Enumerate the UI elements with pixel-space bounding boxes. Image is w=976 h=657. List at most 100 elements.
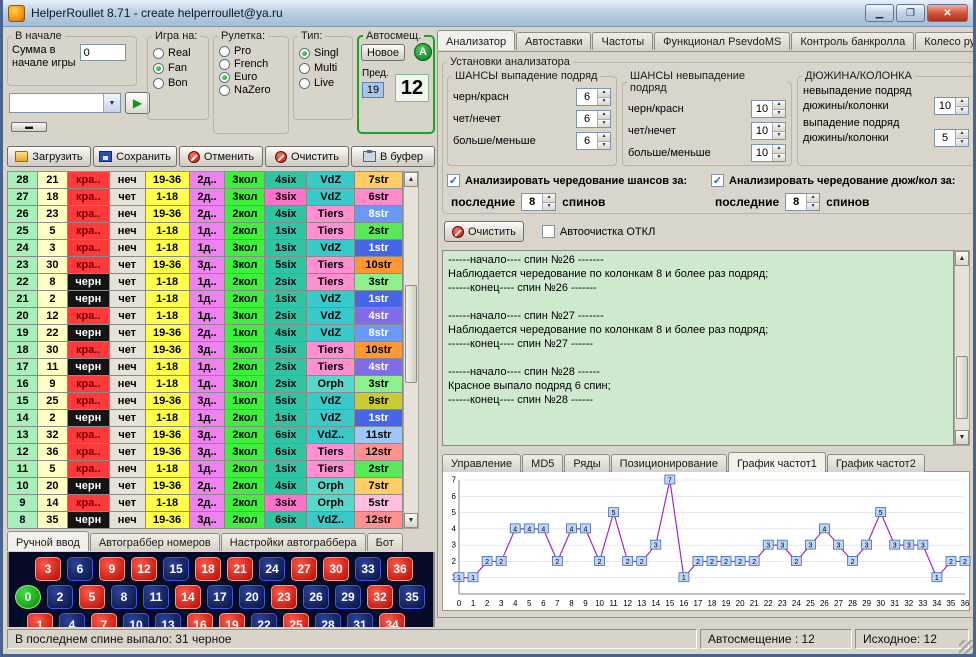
history-row[interactable]: 243кра..неч1-181д..3кол1sixVdZ1str (8, 240, 403, 257)
history-row[interactable]: 115кра..неч1-181д..2кол1sixTiers2str (8, 461, 403, 478)
history-row[interactable]: 914кра..чет1-182д..2кол3sixOrph5str (8, 495, 403, 512)
radio-option-Euro[interactable]: Euro (219, 71, 283, 83)
history-row[interactable]: 2012кра..чет1-181д..3кол2sixVdZ4str (8, 308, 403, 325)
tab-MD5[interactable]: MD5 (522, 454, 563, 472)
analysis-log-text[interactable]: ------начало---- спин №26 ------- Наблюд… (442, 250, 954, 446)
tab-Контроль банкролла[interactable]: Контроль банкролла (791, 32, 914, 50)
number-button-14[interactable]: 14 (175, 585, 201, 609)
maximize-button[interactable]: ❐ (896, 4, 925, 22)
chevron-down-icon[interactable]: ▼ (103, 94, 120, 112)
open-folder-button[interactable]: Загрузить (7, 146, 91, 167)
number-button-35[interactable]: 35 (399, 585, 425, 609)
save-button[interactable]: Сохранить (93, 146, 177, 167)
spinner[interactable]: 8▲▼ (521, 193, 556, 211)
number-button-29[interactable]: 29 (335, 585, 361, 609)
spinner-down-icon[interactable]: ▼ (598, 97, 610, 106)
number-button-8[interactable]: 8 (111, 585, 137, 609)
start-sum-input[interactable] (80, 44, 126, 61)
number-button-27[interactable]: 27 (291, 557, 317, 581)
spinner-up-icon[interactable]: ▲ (598, 133, 610, 141)
history-row[interactable]: 1711черннеч1-181д..2кол2sixTiers4str (8, 359, 403, 376)
number-button-6[interactable]: 6 (67, 557, 93, 581)
radio-option-NaZero[interactable]: NaZero (219, 84, 283, 96)
resize-grip[interactable] (959, 640, 973, 654)
scroll-thumb[interactable] (956, 356, 968, 418)
spinner-up-icon[interactable]: ▲ (543, 194, 555, 202)
number-button-5[interactable]: 5 (79, 585, 105, 609)
radio-option-Fan[interactable]: Fan (153, 62, 203, 74)
scroll-thumb[interactable] (405, 285, 417, 383)
table-scrollbar[interactable]: ▲ ▼ (403, 171, 419, 529)
spinner[interactable]: 10▲▼ (751, 100, 786, 118)
minimize-button[interactable]: ▁ (865, 4, 894, 22)
spinner[interactable]: 10▲▼ (934, 97, 969, 115)
numbers-combobox[interactable]: ▼ (9, 93, 121, 113)
tab-Автограббер номеров[interactable]: Автограббер номеров (90, 533, 220, 551)
number-button-26[interactable]: 26 (303, 585, 329, 609)
spinner[interactable]: 6▲▼ (576, 88, 611, 106)
spinner-up-icon[interactable]: ▲ (598, 89, 610, 97)
history-row[interactable]: 228чернчет1-181д..2кол2sixTiers3str (8, 274, 403, 291)
titlebar[interactable]: HelperRoullet 8.71 - create helperroulle… (3, 0, 973, 27)
number-button-17[interactable]: 17 (207, 585, 233, 609)
alt-dozens-checkbox[interactable] (711, 174, 724, 187)
spinner[interactable]: 8▲▼ (785, 193, 820, 211)
number-button-3[interactable]: 3 (35, 557, 61, 581)
spinner[interactable]: 5▲▼ (934, 129, 969, 147)
history-row[interactable]: 212чернчет1-181д..2кол1sixVdZ1str (8, 291, 403, 308)
spinner[interactable]: 10▲▼ (751, 122, 786, 140)
log-scrollbar[interactable]: ▲ ▼ (954, 250, 970, 446)
spinner-down-icon[interactable]: ▼ (598, 141, 610, 150)
tab-Позиционирование[interactable]: Позиционирование (611, 454, 727, 472)
radio-option-Multi[interactable]: Multi (299, 62, 347, 74)
history-row[interactable]: 1830кра..чет19-363д..3кол5sixTiers10str (8, 342, 403, 359)
history-row[interactable]: 1922чернчет19-362д..1кол4sixVdZ8str (8, 325, 403, 342)
tab-Бот[interactable]: Бот (367, 533, 403, 551)
spinner-down-icon[interactable]: ▼ (956, 106, 968, 115)
scroll-down-icon[interactable]: ▼ (404, 513, 418, 528)
history-row[interactable]: 2718кра..чет1-182д..3кол3sixVdZ6str (8, 189, 403, 206)
number-button-2[interactable]: 2 (47, 585, 73, 609)
number-button-21[interactable]: 21 (227, 557, 253, 581)
clear-red-button[interactable]: Очистить (265, 146, 349, 167)
number-button-18[interactable]: 18 (195, 557, 221, 581)
history-row[interactable]: 1236кра..чет19-363д..3кол6sixTiers12str (8, 444, 403, 461)
spinner-up-icon[interactable]: ▲ (956, 98, 968, 106)
history-row[interactable]: 2623кра..неч19-362д..2кол4sixTiers8str (8, 206, 403, 223)
radio-option-Singl[interactable]: Singl (299, 47, 347, 59)
number-button-15[interactable]: 15 (163, 557, 189, 581)
tab-График частот1[interactable]: График частот1 (728, 452, 826, 472)
number-button-12[interactable]: 12 (131, 557, 157, 581)
history-row[interactable]: 2821кра..неч19-362д..3кол4sixVdZ7str (8, 172, 403, 189)
spinner-up-icon[interactable]: ▲ (773, 145, 785, 153)
a-badge-button[interactable]: A (414, 43, 432, 61)
tab-Частоты[interactable]: Частоты (592, 32, 653, 50)
spinner-down-icon[interactable]: ▼ (543, 202, 555, 211)
spinner[interactable]: 6▲▼ (576, 132, 611, 150)
number-button-36[interactable]: 36 (387, 557, 413, 581)
alt-chances-checkbox[interactable] (447, 174, 460, 187)
scroll-up-icon[interactable]: ▲ (955, 251, 969, 266)
number-button-9[interactable]: 9 (99, 557, 125, 581)
clipboard-button[interactable]: В буфер (351, 146, 435, 167)
number-button-11[interactable]: 11 (143, 585, 169, 609)
tab-Анализатор[interactable]: Анализатор (437, 30, 515, 50)
number-button-33[interactable]: 33 (355, 557, 381, 581)
number-button-20[interactable]: 20 (239, 585, 265, 609)
number-button-30[interactable]: 30 (323, 557, 349, 581)
number-button-32[interactable]: 32 (367, 585, 393, 609)
clear-log-button[interactable]: Очистить (444, 221, 524, 242)
number-button-24[interactable]: 24 (259, 557, 285, 581)
number-button-23[interactable]: 23 (271, 585, 297, 609)
spinner[interactable]: 10▲▼ (751, 144, 786, 162)
spinner[interactable]: 6▲▼ (576, 110, 611, 128)
history-row[interactable]: 169кра..неч1-181д..3кол2sixOrph3str (8, 376, 403, 393)
spinner-down-icon[interactable]: ▼ (773, 153, 785, 162)
radio-option-Pro[interactable]: Pro (219, 45, 283, 57)
radio-option-French[interactable]: French (219, 58, 283, 70)
history-row[interactable]: 1020чернчет19-362д..2кол4sixOrph7str (8, 478, 403, 495)
spinner-up-icon[interactable]: ▲ (598, 111, 610, 119)
close-button[interactable]: ✕ (927, 4, 968, 22)
tab-Ручной ввод[interactable]: Ручной ввод (7, 531, 89, 551)
autoclean-checkbox[interactable] (542, 225, 555, 238)
